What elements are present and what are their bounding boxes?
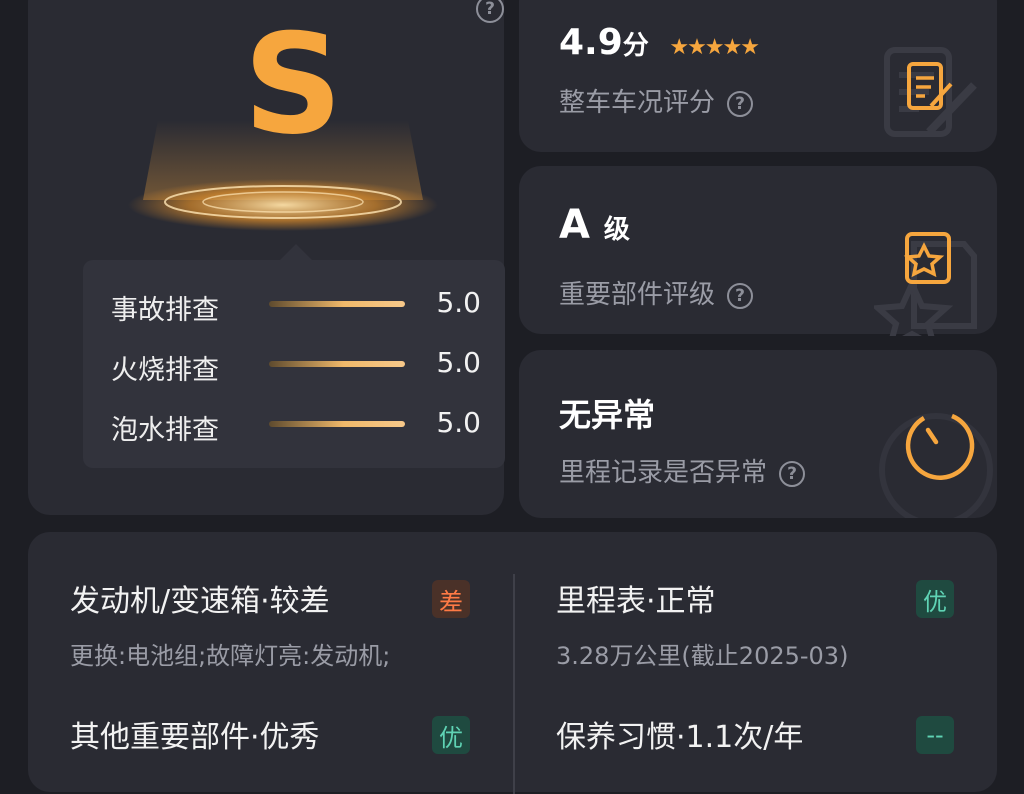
- odometer-status-badge: 优: [916, 580, 954, 618]
- other-parts-badge: 优: [432, 716, 470, 754]
- odometer-status: 无异常: [559, 396, 656, 434]
- check-progress-bar: [269, 301, 405, 307]
- star-document-icon: [874, 232, 977, 336]
- check-row-fire: 火烧排查 5.0: [111, 346, 481, 386]
- divider: [513, 574, 515, 794]
- check-progress-bar: [269, 421, 405, 427]
- gauge-icon: [879, 413, 993, 518]
- score-help-icon[interactable]: ?: [727, 90, 754, 117]
- check-row-accident: 事故排查 5.0: [111, 286, 481, 326]
- odometer-subtitle: 里程记录是否异常: [559, 458, 768, 488]
- engine-status-badge: 差: [432, 580, 470, 618]
- check-progress-bar: [269, 361, 405, 367]
- odometer-card[interactable]: 无异常 里程记录是否异常?: [519, 350, 997, 518]
- engine-title: 发动机/变速箱·较差: [70, 584, 330, 619]
- other-parts-title: 其他重要部件·优秀: [70, 720, 320, 755]
- engine-sub: 更换:电池组;故障灯亮:发动机;: [70, 642, 391, 670]
- document-edit-icon: [884, 47, 977, 137]
- level-subtitle: 重要部件评级: [559, 280, 716, 310]
- details-card: 发动机/变速箱·较差 差 更换:电池组;故障灯亮:发动机; 里程表·正常 优 3…: [28, 532, 997, 794]
- odometer-title: 里程表·正常: [556, 584, 716, 619]
- check-row-flood: 泡水排查 5.0: [111, 406, 481, 446]
- inspection-checks: 事故排查 5.0 火烧排查 5.0 泡水排查 5.0: [83, 260, 505, 468]
- level-card[interactable]: A 级 重要部件评级?: [519, 166, 997, 336]
- maintenance-title: 保养习惯·1.1次/年: [556, 720, 804, 755]
- score-value: 4.9: [559, 22, 623, 63]
- score-card[interactable]: 4.9分 ★★★★★ 整车车况评分?: [519, 0, 997, 152]
- grade-card: ? S 事故排查 5.0 火烧排查 5.0 泡水排查 5.0: [28, 0, 505, 515]
- grade-help-icon[interactable]: ?: [476, 0, 504, 23]
- level-value: A: [559, 202, 590, 248]
- level-help-icon[interactable]: ?: [727, 282, 754, 309]
- odometer-help-icon[interactable]: ?: [779, 460, 806, 487]
- odometer-sub: 3.28万公里(截止2025-03): [556, 642, 849, 670]
- level-unit: 级: [603, 215, 630, 245]
- glow-platform-icon: [128, 120, 438, 231]
- star-rating: ★★★★★: [669, 35, 760, 60]
- maintenance-badge: --: [916, 716, 954, 754]
- score-unit: 分: [622, 31, 649, 61]
- score-subtitle: 整车车况评分: [559, 88, 716, 118]
